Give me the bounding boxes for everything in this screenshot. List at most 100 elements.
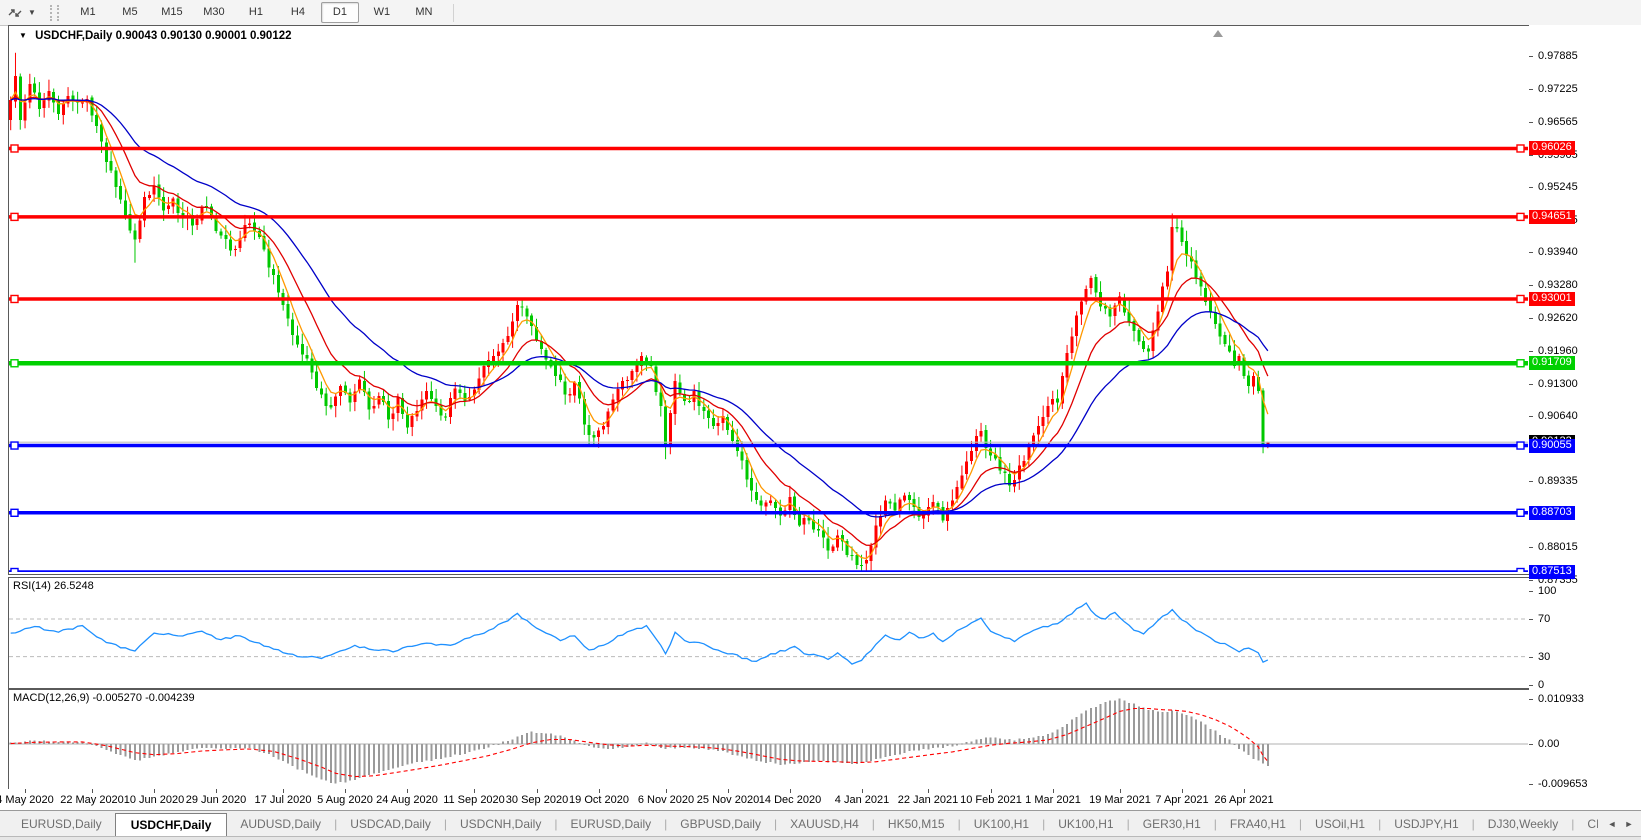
rsi-tick-dash xyxy=(1529,591,1533,592)
price-tick-dash xyxy=(1529,384,1533,385)
date-tick-dash xyxy=(537,789,538,793)
macd-tick-label: 0.010933 xyxy=(1538,693,1584,705)
candlestick-chart[interactable] xyxy=(9,26,1528,572)
date-tick-dash xyxy=(1053,789,1054,793)
chart-tab-hk50-m15[interactable]: HK50,M15 xyxy=(875,813,958,835)
hline-price-label: 0.90055 xyxy=(1529,439,1575,453)
date-axis[interactable]: 4 May 2020 22 May 2020 10 Jun 2020 29 Jun 2… xyxy=(0,789,1641,810)
chart-tab-gbpusd-daily[interactable]: GBPUSD,Daily xyxy=(667,813,774,835)
chart-tab-uk100-h1[interactable]: UK100,H1 xyxy=(1045,813,1126,835)
status-strip xyxy=(0,836,1641,840)
date-tick-label: 30 Sep 2020 xyxy=(505,794,569,806)
macd-tick-dash xyxy=(1529,699,1533,700)
date-tick-dash xyxy=(991,789,992,793)
date-tick-dash xyxy=(862,789,863,793)
date-tick-dash xyxy=(1182,789,1183,793)
date-tick-label: 22 Jan 2021 xyxy=(897,794,959,806)
tab-scroll-right-button[interactable]: ► xyxy=(1622,817,1636,831)
date-tick-label: 17 Jul 2020 xyxy=(254,794,312,806)
price-tick-label: 0.95245 xyxy=(1538,181,1578,193)
date-tick-label: 19 Oct 2020 xyxy=(569,794,629,806)
timeframe-button-d1[interactable]: D1 xyxy=(320,2,359,23)
chart-tab-ger30-h1[interactable]: GER30,H1 xyxy=(1130,813,1214,835)
timeframe-button-h4[interactable]: H4 xyxy=(279,2,317,23)
date-tick-label: 19 Mar 2021 xyxy=(1089,794,1151,806)
chart-tab-usdcnh-daily[interactable]: USDCNH,Daily xyxy=(447,813,554,835)
price-tick-dash xyxy=(1529,547,1533,548)
timeframe-button-m5[interactable]: M5 xyxy=(111,2,149,23)
timeframe-buttons: M1 M5 M15 M30 H1 H4 D1 W1 MN xyxy=(67,2,445,23)
price-axis[interactable]: 0.978850.972250.965650.959050.952450.945… xyxy=(1529,25,1641,790)
rsi-tick-label: 100 xyxy=(1538,585,1557,597)
date-tick-dash xyxy=(25,789,26,793)
price-tick-label: 0.89335 xyxy=(1538,475,1578,487)
macd-indicator-panel[interactable]: MACD(12,26,9) -0.005270 -0.004239 xyxy=(8,689,1531,791)
timeframe-button-w1[interactable]: W1 xyxy=(363,2,401,23)
timeframe-button-m15[interactable]: M15 xyxy=(153,2,191,23)
date-tick-label: 24 Aug 2020 xyxy=(376,794,438,806)
chart-tab-eurusd-daily[interactable]: EURUSD,Daily xyxy=(8,813,115,835)
rsi-label: RSI(14) 26.5248 xyxy=(13,580,94,592)
rsi-indicator-panel[interactable]: RSI(14) 26.5248 xyxy=(8,577,1531,689)
price-tick-label: 0.90640 xyxy=(1538,410,1578,422)
date-tick-dash xyxy=(92,789,93,793)
chart-tab-xauusd-h4[interactable]: XAUUSD,H4 xyxy=(777,813,872,835)
macd-label: MACD(12,26,9) -0.005270 -0.004239 xyxy=(13,692,195,704)
rsi-tick-dash xyxy=(1529,619,1533,620)
date-tick-label: 22 May 2020 xyxy=(60,794,124,806)
price-tick-dash xyxy=(1529,318,1533,319)
macd-tick-dash xyxy=(1529,784,1533,785)
chart-tool-dropdown-caret-icon[interactable]: ▼ xyxy=(28,8,36,17)
hline-price-label: 0.91709 xyxy=(1529,356,1575,370)
rsi-chart[interactable] xyxy=(9,578,1528,686)
chart-title-ohlc: 0.90043 0.90130 0.90001 0.90122 xyxy=(115,30,292,42)
chart-arrows-glyph xyxy=(8,8,22,17)
chart-title: ▼ USDCHF,Daily 0.90043 0.90130 0.90001 0… xyxy=(19,30,292,42)
chart-tab-dj30-weekly[interactable]: DJ30,Weekly xyxy=(1475,813,1571,835)
chart-tab-usoil-h1[interactable]: USOil,H1 xyxy=(1302,813,1378,835)
date-tick-label: 10 Feb 2021 xyxy=(960,794,1022,806)
chart-tab-audusd-daily[interactable]: AUDUSD,Daily xyxy=(227,813,334,835)
price-tick-label: 0.96565 xyxy=(1538,116,1578,128)
chart-tabs: EURUSD,Daily USDCHF,Daily AUDUSD,Daily | USD… xyxy=(8,811,1598,837)
rsi-tick-label: 0 xyxy=(1538,679,1545,691)
timeframe-button-mn[interactable]: MN xyxy=(405,2,443,23)
price-tick-dash xyxy=(1529,481,1533,482)
chart-title-caret-icon[interactable]: ▼ xyxy=(19,31,27,40)
timeframe-button-h1[interactable]: H1 xyxy=(237,2,275,23)
chart-tool-icon[interactable] xyxy=(4,3,26,23)
price-tick-label: 0.91300 xyxy=(1538,378,1578,390)
chart-tab-usdjpy-h1[interactable]: USDJPY,H1 xyxy=(1381,813,1471,835)
chart-tab-usdchf-daily[interactable]: USDCHF,Daily xyxy=(114,812,228,837)
chart-shift-marker-icon[interactable] xyxy=(1213,30,1223,37)
hline-price-label: 0.94651 xyxy=(1529,210,1575,224)
chart-tab-eurusd-daily[interactable]: EURUSD,Daily xyxy=(557,813,664,835)
date-tick-label: 4 May 2020 xyxy=(0,794,54,806)
rsi-tick-dash xyxy=(1529,657,1533,658)
trading-platform-window: ▼ M1 M5 M15 M30 H1 H4 D1 W1 MN ▼ USDCHF,Daily 0.… xyxy=(0,0,1641,840)
rsi-tick-label: 30 xyxy=(1538,651,1551,663)
price-tick-dash xyxy=(1529,416,1533,417)
tab-scroll-left-button[interactable]: ◄ xyxy=(1605,817,1619,831)
timeframe-button-m1[interactable]: M1 xyxy=(69,2,107,23)
date-tick-label: 14 Dec 2020 xyxy=(758,794,822,806)
chart-tab-china300-h1[interactable]: CHINA300,H1 xyxy=(1574,813,1598,835)
date-tick-label: 26 Apr 2021 xyxy=(1214,794,1274,806)
chart-tab-fra40-h1[interactable]: FRA40,H1 xyxy=(1217,813,1299,835)
macd-chart[interactable] xyxy=(9,690,1528,788)
macd-signal-value: -0.004239 xyxy=(145,692,195,704)
price-tick-label: 0.93280 xyxy=(1538,279,1578,291)
hline-price-label: 0.87513 xyxy=(1529,565,1575,579)
price-tick-dash xyxy=(1529,122,1533,123)
price-tick-dash xyxy=(1529,351,1533,352)
date-tick-label: 5 Aug 2020 xyxy=(317,794,373,806)
price-tick-label: 0.92620 xyxy=(1538,312,1578,324)
chart-tab-usdcad-daily[interactable]: USDCAD,Daily xyxy=(337,813,444,835)
timeframe-button-m30[interactable]: M30 xyxy=(195,2,233,23)
chart-tab-uk100-h1[interactable]: UK100,H1 xyxy=(961,813,1042,835)
date-tick-dash xyxy=(928,789,929,793)
hline-price-label: 0.88703 xyxy=(1529,506,1575,520)
main-chart-panel[interactable]: ▼ USDCHF,Daily 0.90043 0.90130 0.90001 0… xyxy=(8,25,1531,575)
toolbar-drag-handle[interactable] xyxy=(49,4,59,21)
date-tick-dash xyxy=(474,789,475,793)
